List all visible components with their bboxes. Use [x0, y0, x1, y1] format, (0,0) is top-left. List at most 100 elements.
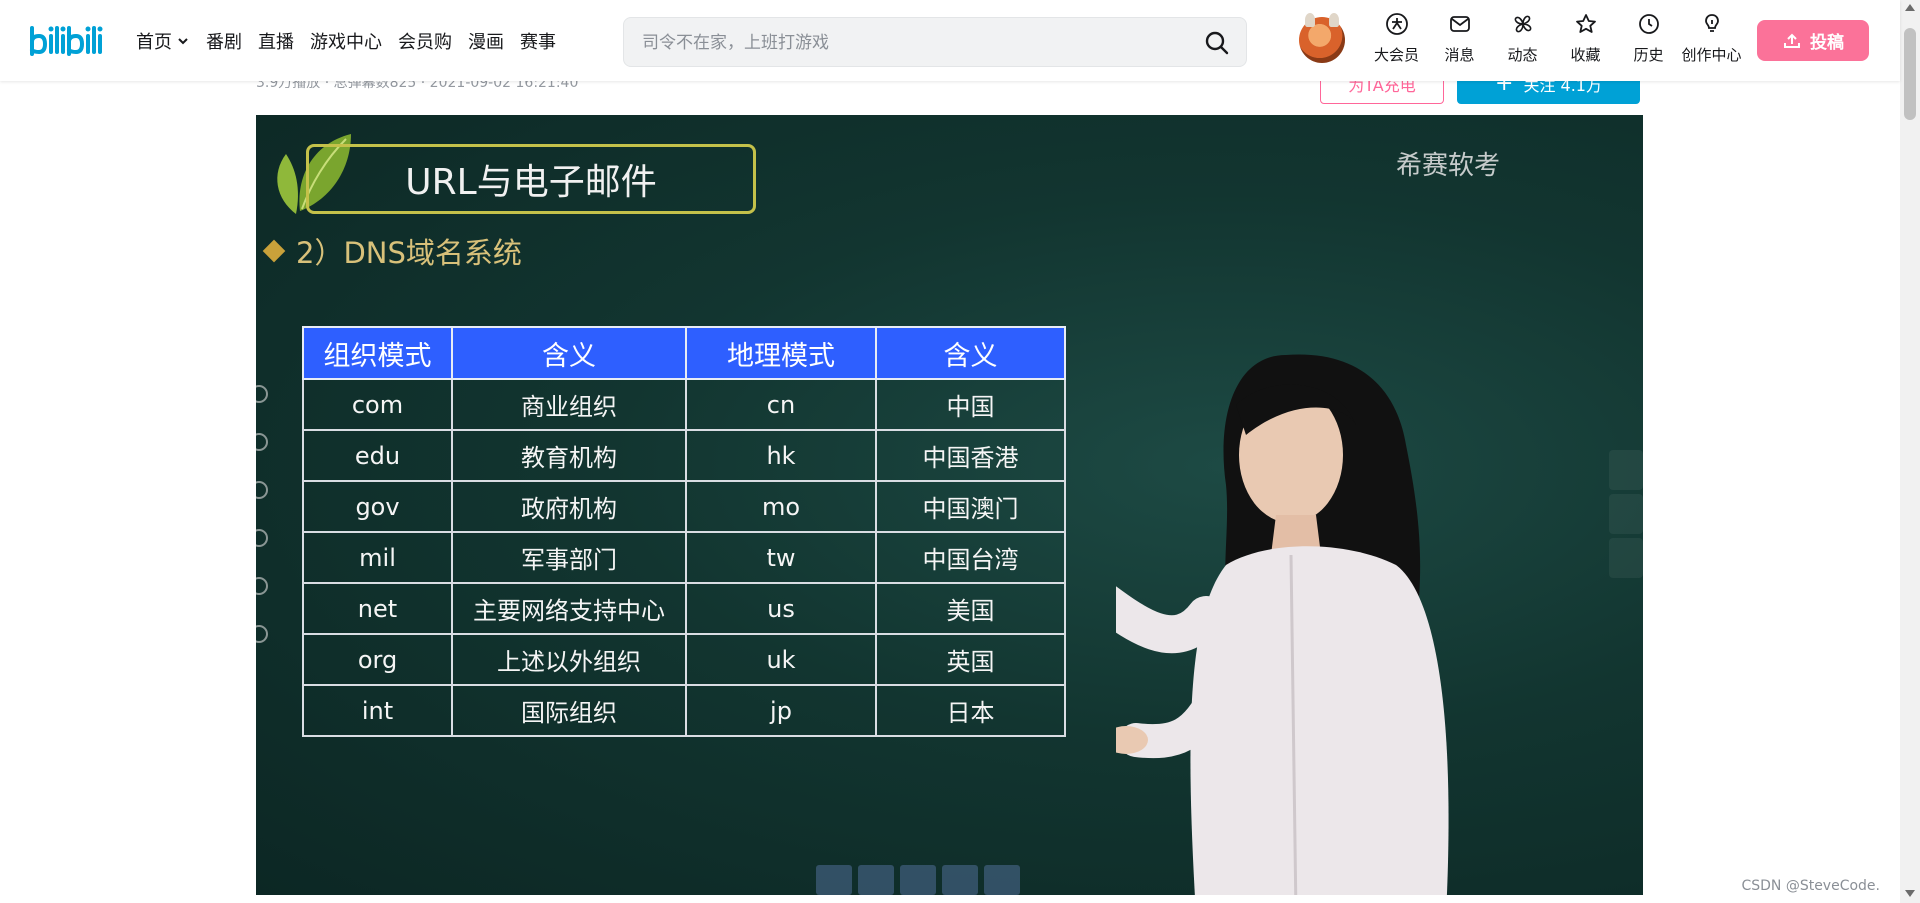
table-row: gov 政府机构 mo 中国澳门 [302, 480, 1066, 533]
slide-subtitle: 2）DNS域名系统 [262, 230, 522, 272]
header-big-member[interactable]: 大会员 [1365, 12, 1428, 65]
table-header: 地理模式 [685, 326, 877, 380]
shape-tool-icon[interactable] [984, 865, 1020, 895]
upload-button[interactable]: 投稿 [1757, 20, 1869, 61]
nav-esports-label: 赛事 [520, 31, 556, 53]
side-dot [256, 481, 268, 499]
top-navigation-bar: 首页 番剧 直播 游戏中心 会员购 漫画 赛事 大会员 消息 动态 [0, 0, 1900, 81]
table-header-row: 组织模式 含义 地理模式 含义 [302, 326, 1066, 380]
table-cell: edu [302, 429, 453, 482]
slide-subtitle-text: 2）DNS域名系统 [296, 236, 522, 270]
table-cell: 政府机构 [451, 480, 687, 533]
upload-label: 投稿 [1810, 33, 1844, 53]
table-header: 组织模式 [302, 326, 453, 380]
table-cell: org [302, 633, 453, 686]
video-watermark: 希赛软考 [1396, 151, 1501, 181]
table-cell: tw [685, 531, 877, 584]
dynamic-label: 动态 [1507, 46, 1538, 64]
side-tool-button[interactable] [1609, 538, 1643, 578]
csdn-watermark: CSDN @SteveCode. [1741, 878, 1880, 894]
table-cell: mil [302, 531, 453, 584]
table-cell: 上述以外组织 [451, 633, 687, 686]
table-cell: net [302, 582, 453, 635]
header-messages[interactable]: 消息 [1428, 12, 1491, 65]
header-history[interactable]: 历史 [1617, 12, 1680, 65]
table-cell: cn [685, 378, 877, 431]
table-cell: 美国 [875, 582, 1066, 635]
side-dot [256, 577, 268, 595]
table-cell: 军事部门 [451, 531, 687, 584]
search-input[interactable] [640, 28, 1184, 58]
nav-manga[interactable]: 漫画 [468, 28, 504, 54]
messages-label: 消息 [1444, 46, 1475, 64]
video-player[interactable]: URL与电子邮件 2）DNS域名系统 希赛软考 组织模式 含义 地理模式 含义 … [256, 115, 1643, 895]
creation-center-icon [1704, 14, 1719, 32]
favorites-label: 收藏 [1570, 46, 1601, 64]
header-favorites[interactable]: 收藏 [1554, 12, 1617, 65]
nav-home[interactable]: 首页 [136, 28, 190, 54]
dynamic-icon [1514, 15, 1531, 33]
table-cell: 商业组织 [451, 378, 687, 431]
history-icon [1638, 14, 1659, 34]
scroll-up-arrow-icon[interactable] [1905, 4, 1915, 11]
right-side-tools [1609, 450, 1643, 582]
side-tool-button[interactable] [1609, 494, 1643, 534]
table-cell: hk [685, 429, 877, 482]
scrollbar-thumb[interactable] [1904, 28, 1916, 120]
pointer-tool-icon[interactable] [858, 865, 894, 895]
table-row: mil 军事部门 tw 中国台湾 [302, 531, 1066, 584]
presenter-figure [1116, 354, 1449, 895]
nav-esports[interactable]: 赛事 [520, 28, 556, 54]
bilibili-logo[interactable] [28, 16, 108, 62]
nav-bangumi[interactable]: 番剧 [206, 28, 242, 54]
nav-live[interactable]: 直播 [258, 28, 294, 54]
table-cell: 教育机构 [451, 429, 687, 482]
nav-home-label: 首页 [136, 31, 172, 53]
table-cell: mo [685, 480, 877, 533]
grid-tool-icon[interactable] [816, 865, 852, 895]
page-scrollbar[interactable] [1900, 0, 1920, 903]
dns-table: 组织模式 含义 地理模式 含义 com 商业组织 cn 中国 edu 教育机构 … [302, 326, 1066, 737]
history-label: 历史 [1633, 46, 1664, 64]
side-dot [256, 385, 268, 403]
table-cell: 中国澳门 [875, 480, 1066, 533]
table-header: 含义 [451, 326, 687, 380]
table-row: org 上述以外组织 uk 英国 [302, 633, 1066, 686]
table-cell: 英国 [875, 633, 1066, 686]
drawing-toolbar [816, 865, 1020, 895]
slide-title: URL与电子邮件 [306, 144, 756, 214]
nav-member-shop-label: 会员购 [398, 31, 452, 53]
header-dynamic[interactable]: 动态 [1491, 12, 1554, 65]
upload-icon [1784, 33, 1800, 48]
table-cell: us [685, 582, 877, 635]
nav-member-shop[interactable]: 会员购 [398, 28, 452, 54]
side-dot [256, 529, 268, 547]
pen-tool-icon[interactable] [900, 865, 936, 895]
nav-game-center[interactable]: 游戏中心 [310, 28, 382, 54]
header-creation-center[interactable]: 创作中心 [1680, 12, 1743, 65]
side-tool-button[interactable] [1609, 450, 1643, 490]
left-side-dots [256, 385, 268, 673]
table-cell: 主要网络支持中心 [451, 582, 687, 635]
table-cell: 中国香港 [875, 429, 1066, 482]
table-row: int 国际组织 jp 日本 [302, 684, 1066, 737]
table-cell: com [302, 378, 453, 431]
scroll-down-arrow-icon[interactable] [1905, 890, 1915, 897]
side-dot [256, 433, 268, 451]
table-cell: 日本 [875, 684, 1066, 737]
table-cell: int [302, 684, 453, 737]
favorite-icon [1575, 14, 1596, 33]
creation-center-label: 创作中心 [1681, 46, 1742, 64]
search-icon[interactable] [1204, 30, 1230, 56]
eraser-tool-icon[interactable] [942, 865, 978, 895]
big-member-icon [1385, 13, 1408, 35]
search-box [623, 17, 1247, 67]
table-row: net 主要网络支持中心 us 美国 [302, 582, 1066, 635]
nav-live-label: 直播 [258, 31, 294, 53]
message-icon [1449, 16, 1470, 32]
user-avatar[interactable] [1299, 13, 1345, 63]
table-cell: 中国台湾 [875, 531, 1066, 584]
table-cell: 国际组织 [451, 684, 687, 737]
table-row: edu 教育机构 hk 中国香港 [302, 429, 1066, 482]
diamond-bullet-icon [262, 239, 286, 263]
